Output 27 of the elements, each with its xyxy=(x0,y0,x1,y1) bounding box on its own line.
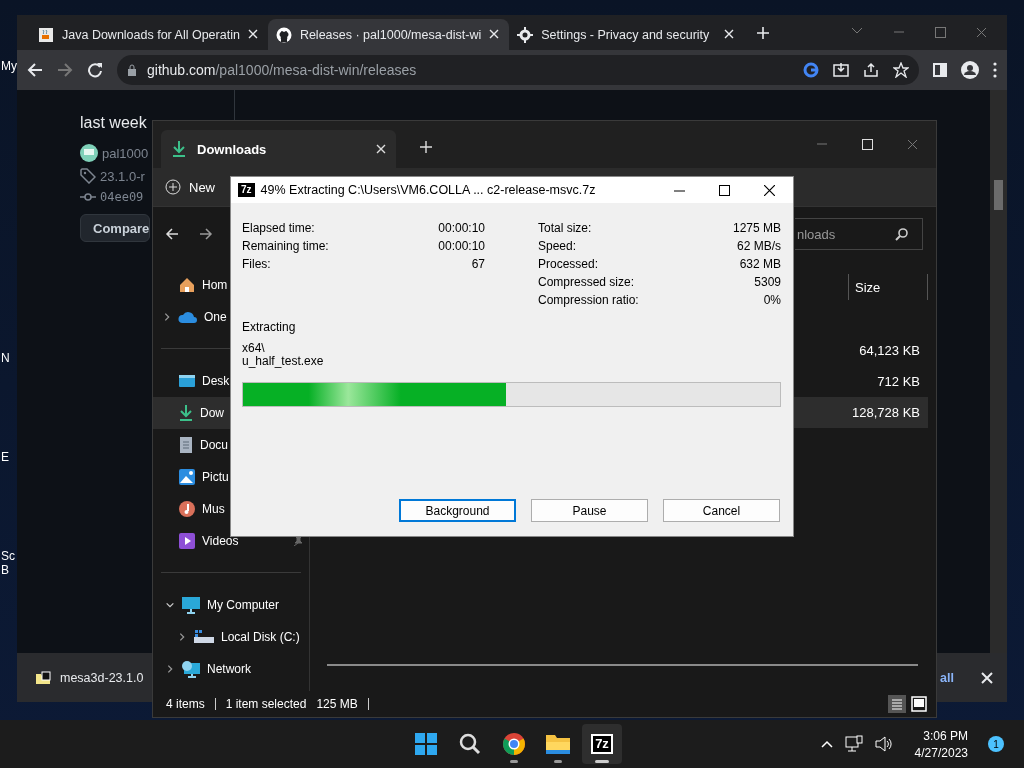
stat-value: 632 MB xyxy=(739,257,781,271)
stat-label: Remaining time: xyxy=(242,239,329,253)
stat-value: 00:00:10 xyxy=(438,239,485,253)
app-icon: 7z xyxy=(238,183,255,197)
status-text: 1 item selected xyxy=(225,697,307,711)
url-path: /pal1000/mesa-dist-win/releases xyxy=(215,62,417,78)
folder-path: x64\ xyxy=(242,342,266,355)
stat-label: Processed: xyxy=(538,257,599,271)
stat-value: 67 xyxy=(471,257,485,271)
stat-label: Elapsed time: xyxy=(242,221,315,235)
window-title: 49% Extracting C:\Users\VM6.COLLA ... c2-release-msvc.7z xyxy=(260,183,596,197)
status-text: 125 MB xyxy=(316,697,358,711)
stat-label: Total size: xyxy=(538,221,592,235)
stat-value: 1275 MB xyxy=(732,221,781,235)
stat-value: 62 MB/s xyxy=(737,239,781,253)
status-text: 4 items xyxy=(166,697,205,711)
status-label: Extracting xyxy=(242,321,297,334)
stat-label: Files: xyxy=(242,257,271,271)
stat-value: 5309 xyxy=(754,275,781,289)
stat-value: 00:00:10 xyxy=(438,221,485,235)
url-host: github.com xyxy=(147,62,216,78)
stat-label: Speed: xyxy=(538,239,577,253)
stat-label: Compressed size: xyxy=(538,275,635,289)
file-name: u_half_test.exe xyxy=(242,355,325,368)
stat-label: Compression ratio: xyxy=(538,293,639,307)
release-time: last week xyxy=(80,114,148,132)
stat-value: 0% xyxy=(763,293,781,307)
